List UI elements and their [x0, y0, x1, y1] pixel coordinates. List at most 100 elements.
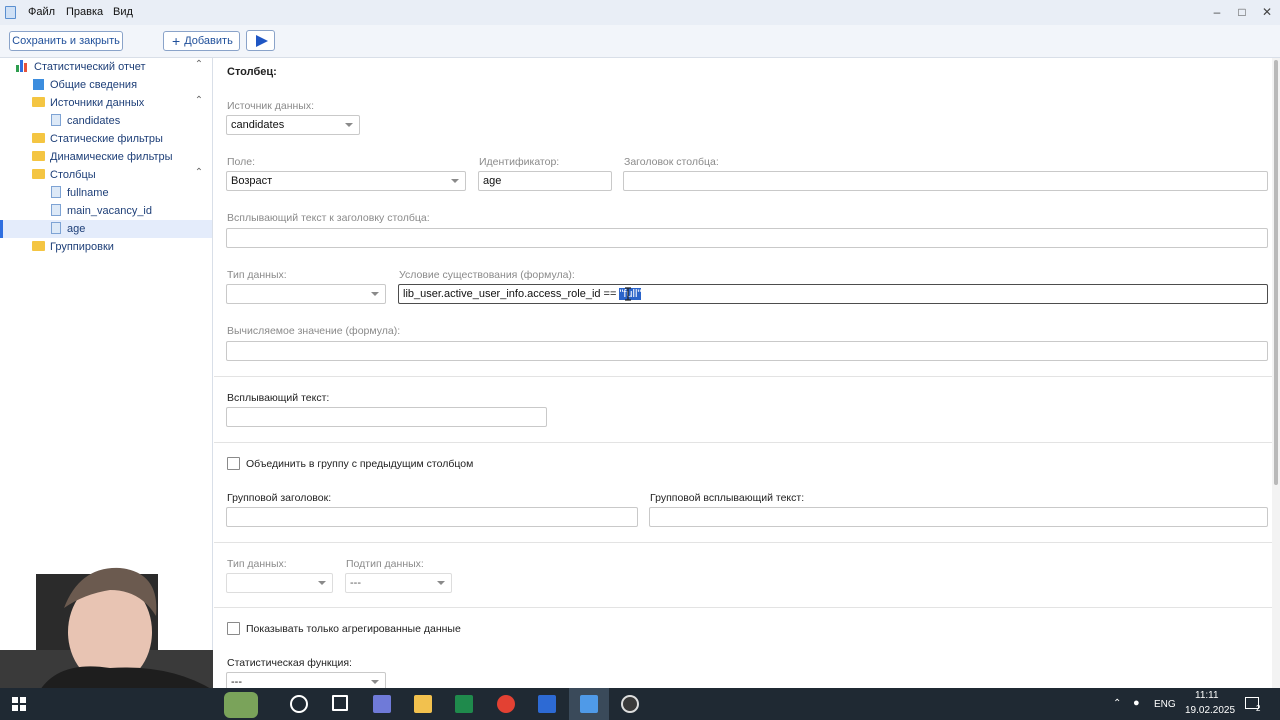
tree-item-source-candidates[interactable]: candidates [51, 112, 120, 130]
tree-item-dynamic-filters[interactable]: Динамические фильтры [32, 148, 173, 166]
chevron-down-icon [371, 292, 379, 296]
divider [214, 542, 1272, 543]
recorder-icon[interactable] [621, 695, 639, 713]
minimize-icon[interactable]: – [1209, 4, 1225, 20]
search-icon[interactable] [290, 695, 308, 713]
menu-edit[interactable]: Правка [66, 6, 103, 18]
file-explorer-icon[interactable] [414, 695, 432, 713]
tree-item-label: fullname [67, 187, 109, 199]
identifier-label: Идентификатор: [479, 156, 560, 168]
column-editor-panel [214, 58, 1272, 688]
tree-item-static-filters[interactable]: Статические фильтры [32, 130, 163, 148]
menu-view[interactable]: Вид [113, 6, 133, 18]
agg-only-checkbox[interactable] [227, 622, 240, 635]
existence-condition-label: Условие существования (формула): [399, 269, 575, 281]
save-close-button[interactable]: Сохранить и закрыть [9, 31, 123, 51]
tree-item-groupings[interactable]: Группировки [32, 238, 114, 256]
data-subtype-select[interactable]: --- [345, 573, 452, 593]
divider [214, 376, 1272, 377]
data-type-select[interactable] [226, 284, 386, 304]
chevron-down-icon [371, 680, 379, 684]
folder-icon [32, 241, 45, 252]
tooltip-label: Всплывающий текст: [227, 392, 330, 404]
taskbar: ⌃ ● ENG 11:11 19.02.2025 2 [0, 688, 1280, 720]
windows-start-icon[interactable] [12, 697, 26, 711]
chrome-icon[interactable] [497, 695, 515, 713]
toolbar: Сохранить и закрыть + Добавить [0, 25, 1280, 58]
tree-item-columns[interactable]: Столбцы [32, 166, 96, 184]
add-button-label: Добавить [184, 35, 233, 47]
chevron-down-icon [345, 123, 353, 127]
tree-item-col-age[interactable]: age [0, 220, 212, 238]
collapse-icon[interactable]: ⌃ [193, 95, 205, 107]
tree-item-sources[interactable]: Источники данных [32, 94, 144, 112]
tree-item-root[interactable]: Статистический отчет [16, 58, 146, 76]
tree-item-label: Столбцы [50, 169, 96, 181]
scrollbar-thumb[interactable] [1274, 60, 1278, 485]
collapse-icon[interactable]: ⌃ [193, 167, 205, 179]
spreadsheet-icon[interactable] [455, 695, 473, 713]
chevron-down-icon [318, 581, 326, 585]
run-button[interactable] [246, 30, 275, 51]
desktop-avatar-icon[interactable] [224, 692, 258, 718]
data-source-value: candidates [231, 119, 285, 131]
tree-item-label: Общие сведения [50, 79, 138, 91]
app-window-icon[interactable] [538, 695, 556, 713]
document-icon [51, 222, 61, 235]
field-value: Возраст [231, 175, 273, 187]
add-button[interactable]: + Добавить [163, 31, 240, 51]
plus-icon: + [172, 33, 181, 49]
data-source-select[interactable]: candidates [226, 115, 360, 135]
column-header-input[interactable] [623, 171, 1268, 191]
clock-date[interactable]: 19.02.2025 [1185, 705, 1235, 716]
tree-item-col-main-vacancy-id[interactable]: main_vacancy_id [51, 202, 152, 220]
data-subtype-label: Подтип данных: [346, 558, 424, 570]
field-label: Поле: [227, 156, 256, 168]
group-tooltip-label: Групповой всплывающий текст: [650, 492, 805, 504]
report-designer-icon[interactable] [580, 695, 598, 713]
info-icon [33, 78, 44, 90]
document-icon [51, 186, 61, 199]
field-select[interactable]: Возраст [226, 171, 466, 191]
group-header-input[interactable] [226, 507, 638, 527]
close-icon[interactable]: ✕ [1259, 4, 1275, 20]
show-hidden-icons-icon[interactable]: ⌃ [1113, 698, 1121, 709]
text-cursor-icon [625, 287, 631, 301]
group-header-label: Групповой заголовок: [227, 492, 332, 504]
selection-indicator [0, 220, 3, 238]
tooltip-input[interactable] [226, 407, 547, 427]
scissors-icon[interactable] [373, 695, 391, 713]
group-tooltip-input[interactable] [649, 507, 1268, 527]
folder-icon [32, 97, 45, 108]
existence-condition-input[interactable]: lib_user.active_user_info.access_role_id… [398, 284, 1268, 304]
folder-icon [32, 169, 45, 180]
menu-file[interactable]: Файл [28, 6, 55, 18]
folder-icon [32, 133, 45, 144]
agg-only-label: Показывать только агрегированные данные [246, 623, 461, 635]
tree-item-label: Статистический отчет [34, 61, 146, 73]
data-subtype-value: --- [350, 577, 361, 589]
tree-item-label: Статические фильтры [50, 133, 163, 145]
identifier-input[interactable]: age [478, 171, 612, 191]
clock-time[interactable]: 11:11 [1195, 690, 1219, 701]
tree-item-label: age [67, 223, 86, 235]
merge-group-checkbox[interactable] [227, 457, 240, 470]
collapse-icon[interactable]: ⌃ [193, 59, 205, 71]
task-view-icon[interactable] [332, 695, 348, 711]
tree-item-general[interactable]: Общие сведения [33, 76, 137, 94]
data-type2-select[interactable] [226, 573, 333, 593]
microphone-icon[interactable]: ● [1133, 697, 1140, 709]
header-tooltip-input[interactable] [226, 228, 1268, 248]
section-title: Столбец: [227, 66, 277, 78]
chevron-down-icon [451, 179, 459, 183]
tree-item-label: candidates [67, 115, 121, 127]
tree-item-label: main_vacancy_id [67, 205, 152, 217]
computed-value-label: Вычисляемое значение (формула): [227, 325, 401, 337]
language-indicator[interactable]: ENG [1154, 699, 1176, 710]
data-type-label: Тип данных: [227, 269, 287, 281]
maximize-icon[interactable]: □ [1234, 4, 1250, 20]
computed-value-input[interactable] [226, 341, 1268, 361]
document-icon [51, 114, 61, 127]
tree-item-col-fullname[interactable]: fullname [51, 184, 109, 202]
notification-count: 2 [1256, 704, 1261, 713]
